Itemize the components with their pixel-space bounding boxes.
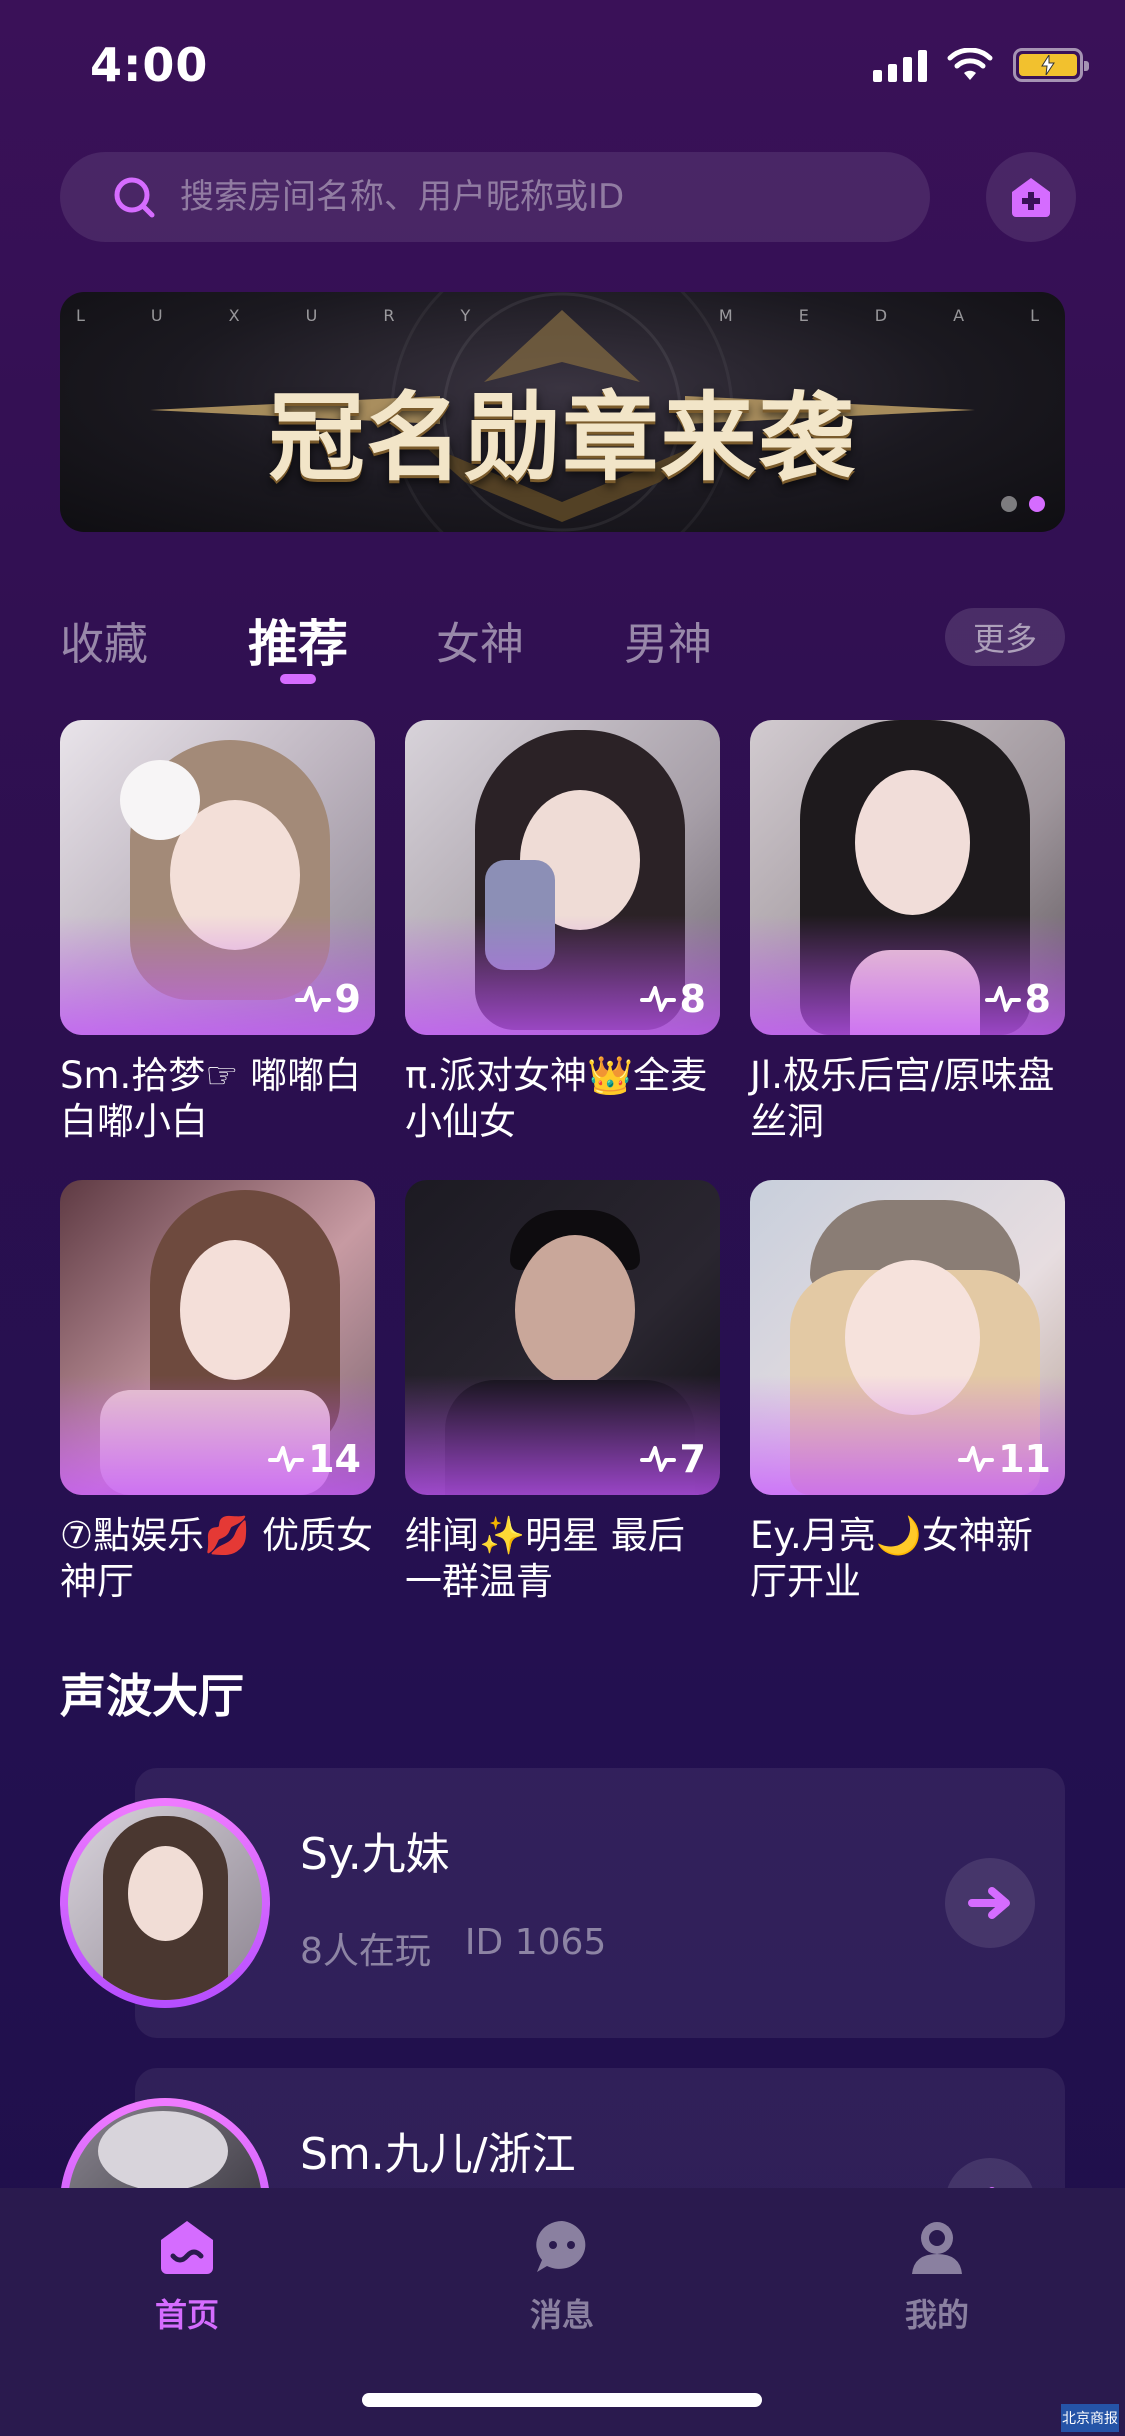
room-title: π.派对女神👑全麦小仙女 [405,1054,708,1143]
banner-letter: U [305,306,328,325]
banner-letter: L [1030,306,1049,325]
room-thumbnail: 7 [405,1180,720,1495]
room-thumbnail: 14 [60,1180,375,1495]
banner-letter: M [718,306,743,325]
banner-letters: LUXURY MEDAL [76,306,1049,325]
room-heat: 9 [294,977,361,1021]
hall-room-meta: 8人在玩 ID 1065 [300,1922,606,1974]
home-icon [161,2221,213,2274]
banner-title: 冠名勋章来袭 [268,381,857,494]
search-input[interactable] [180,177,880,217]
room-title: 绯闻✨明星 最后一群温青 [405,1514,685,1603]
room-heat: 8 [639,977,706,1021]
create-room-button[interactable] [986,152,1076,242]
room-title: Sm.拾梦☞ 嘟嘟白白嘟小白 [60,1054,362,1143]
signal-icon [873,48,927,82]
room-title: Jl.极乐后宫/原味盘丝洞 [750,1054,1055,1143]
tabbar-label: 首页 [154,2296,219,2334]
tab-active-indicator [280,674,316,684]
room-title: Ey.月亮🌙女神新厅开业 [750,1514,1033,1603]
tabbar-item-profile[interactable]: 我的 [857,2218,1017,2336]
home-indicator [362,2393,762,2407]
arrow-right-icon [968,1887,1010,1919]
tabbar-item-messages[interactable]: 消息 [482,2218,642,2336]
room-heat: 7 [639,1437,706,1481]
battery-charging-icon [1013,48,1089,82]
room-card[interactable]: 14 ⑦點娱乐💋 优质女神厅 [60,1180,375,1605]
room-card[interactable]: 11 Ey.月亮🌙女神新厅开业 [750,1180,1065,1605]
tab-recommended[interactable]: 推荐 [248,604,348,676]
section-title: 声波大厅 [60,1669,244,1723]
room-thumbnail: 8 [750,720,1065,1035]
heat-pulse-icon [639,1446,676,1472]
heat-pulse-icon [984,986,1021,1012]
promo-banner[interactable]: L U X U R Y M E D A L 冠名勋章来袭 [60,292,1065,532]
hall-players: 8人在玩 [300,1931,431,1972]
wifi-icon [947,48,993,82]
tabbar-label: 消息 [529,2296,594,2334]
hall-room-name: Sy.九妹 [300,1829,450,1880]
room-heat: 8 [984,977,1051,1021]
message-icon [536,2221,586,2272]
tab-favorites[interactable]: 收藏 [60,608,148,672]
room-heat: 14 [268,1437,361,1481]
enter-room-button[interactable] [945,1858,1035,1948]
room-thumbnail: 11 [750,1180,1065,1495]
tab-goddess[interactable]: 女神 [436,608,524,672]
banner-dot-active [1029,496,1045,512]
profile-icon [912,2222,962,2274]
avatar[interactable] [60,1798,270,2008]
room-title: ⑦點娱乐💋 优质女神厅 [60,1514,374,1603]
room-card[interactable]: 8 Jl.极乐后宫/原味盘丝洞 [750,720,1065,1145]
hall-room-name: Sm.九儿/浙江 [300,2129,576,2180]
status-time: 4:00 [90,38,209,92]
hall-card[interactable] [135,1768,1065,2038]
banner-letter: E [798,306,819,325]
room-card[interactable]: 9 Sm.拾梦☞ 嘟嘟白白嘟小白 [60,720,375,1145]
heat-pulse-icon [294,986,331,1012]
heat-pulse-icon [958,1446,995,1472]
hall-item[interactable]: Sy.九妹 8人在玩 ID 1065 [60,1768,1065,2038]
banner-letter: D [874,306,898,325]
category-tabs: 收藏 推荐 女神 男神 更多 [60,600,1065,690]
tabbar-item-home[interactable]: 首页 [107,2218,267,2336]
heat-pulse-icon [639,986,676,1012]
banner-letter: A [953,306,975,325]
tab-god[interactable]: 男神 [624,608,712,672]
banner-pagination [1001,496,1045,512]
search-icon [114,177,155,218]
banner-letter: Y [460,306,481,325]
banner-letter: L [76,306,95,325]
banner-letter: U [150,306,173,325]
room-heat: 11 [958,1437,1051,1481]
room-card[interactable]: 8 π.派对女神👑全麦小仙女 [405,720,720,1145]
add-home-icon [1012,178,1050,217]
banner-letter: R [383,306,405,325]
banner-dot [1001,496,1017,512]
more-button[interactable]: 更多 [945,608,1065,666]
banner-letter: X [228,306,250,325]
room-card[interactable]: 7 绯闻✨明星 最后一群温青 [405,1180,720,1605]
heat-pulse-icon [268,1446,305,1472]
status-bar: 4:00 [0,0,1125,132]
search-bar[interactable] [60,152,930,242]
watermark: 北京商报 [1061,2404,1119,2432]
status-icons [873,48,1089,82]
tabbar-label: 我的 [904,2296,969,2334]
hall-room-id: ID 1065 [464,1922,607,1963]
room-thumbnail: 8 [405,720,720,1035]
room-thumbnail: 9 [60,720,375,1035]
